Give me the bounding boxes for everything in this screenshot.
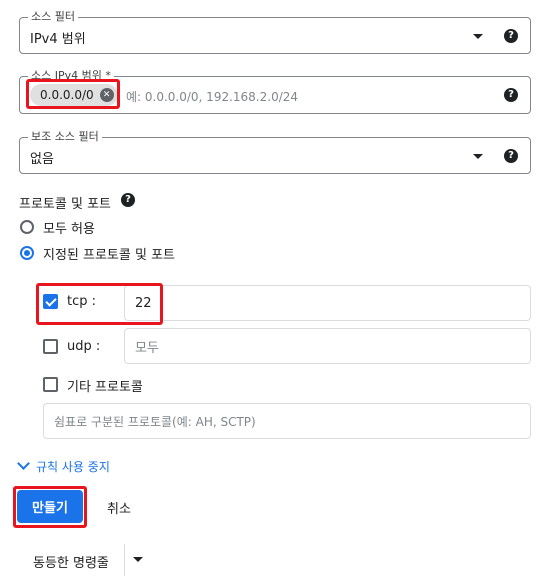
tcp-ports-input[interactable]: 22 <box>124 285 531 321</box>
radio-allow-all-label[interactable]: 모두 허용 <box>43 218 95 237</box>
udp-ports-placeholder: 모두 <box>135 340 159 356</box>
highlight-box-create <box>13 486 87 528</box>
highlight-box-tcp <box>36 283 163 325</box>
highlight-box-ip-chip <box>26 79 120 109</box>
help-icon[interactable]: ? <box>504 29 518 43</box>
secondary-filter-label: 보조 소스 필터 <box>28 130 102 144</box>
udp-label: udp : <box>67 339 101 354</box>
udp-checkbox[interactable] <box>43 339 58 354</box>
help-icon[interactable]: ? <box>121 193 135 207</box>
radio-specified-protocols-label[interactable]: 지정된 프로토콜 및 포트 <box>43 244 175 263</box>
source-filter-value: IPv4 범위 <box>30 32 86 47</box>
dropdown-arrow-icon[interactable] <box>133 557 143 562</box>
other-protocols-input[interactable]: 쉼표로 구분된 프로토콜(예: AH, SCTP) <box>43 403 531 439</box>
help-icon[interactable]: ? <box>504 149 518 163</box>
dropdown-arrow-icon[interactable] <box>473 34 483 39</box>
dropdown-arrow-icon[interactable] <box>473 154 483 159</box>
chevron-down-icon[interactable] <box>17 457 30 470</box>
other-protocols-label: 기타 프로토콜 <box>67 380 143 395</box>
source-filter-select[interactable]: 소스 필터 IPv4 범위 ? <box>19 10 531 54</box>
disable-rule-link[interactable]: 규칙 사용 중지 <box>36 458 110 475</box>
divider <box>124 544 125 576</box>
other-protocols-placeholder: 쉼표로 구분된 프로토콜(예: AH, SCTP) <box>54 414 256 429</box>
help-icon[interactable]: ? <box>504 88 518 102</box>
source-filter-label: 소스 필터 <box>28 10 78 24</box>
secondary-filter-value: 없음 <box>30 152 54 167</box>
ip-range-placeholder: 예: 0.0.0.0/0, 192.168.2.0/24 <box>126 90 299 104</box>
cancel-button[interactable]: 취소 <box>107 498 131 517</box>
equivalent-command-button[interactable]: 동등한 명령줄 <box>33 552 109 571</box>
radio-specified-protocols[interactable] <box>20 246 34 260</box>
udp-ports-input[interactable]: 모두 <box>124 328 531 364</box>
radio-allow-all[interactable] <box>20 220 34 234</box>
protocols-heading: 프로토콜 및 포트 <box>19 197 111 212</box>
secondary-source-filter-select[interactable]: 보조 소스 필터 없음 ? <box>19 130 531 174</box>
other-protocols-checkbox[interactable] <box>43 377 58 392</box>
